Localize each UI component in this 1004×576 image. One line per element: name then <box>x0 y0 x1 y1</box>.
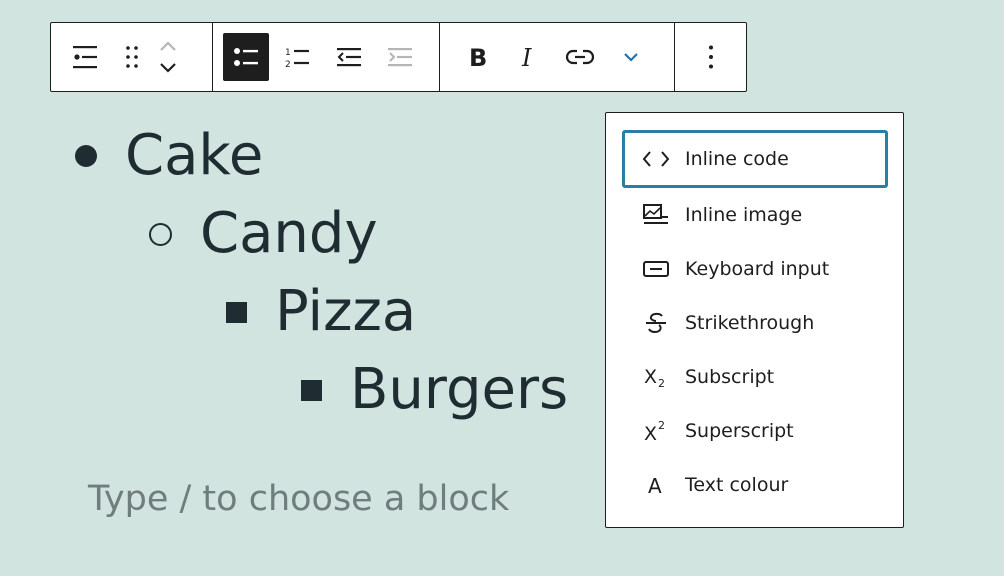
square-bullet-icon <box>301 380 322 401</box>
block-tools-group <box>51 23 213 91</box>
list-item[interactable]: Candy <box>149 206 378 262</box>
drag-handle-icon <box>124 44 140 70</box>
more-formats-button[interactable] <box>609 33 655 81</box>
svg-text:X: X <box>644 423 657 444</box>
indent-button[interactable] <box>378 33 424 81</box>
move-down-button[interactable] <box>153 57 183 79</box>
format-tools-group: B I <box>440 23 675 91</box>
list-item-text: Cake <box>125 128 263 184</box>
subscript-icon: X 2 <box>641 362 671 392</box>
list-item-icon <box>71 43 99 71</box>
list-item-text: Burgers <box>350 362 568 418</box>
outdent-button[interactable] <box>326 33 372 81</box>
italic-button[interactable]: I <box>506 33 552 81</box>
menu-item-text-colour[interactable]: A Text colour <box>622 458 888 512</box>
svg-text:1: 1 <box>285 48 291 58</box>
square-bullet-icon <box>226 302 247 323</box>
list-item-text: Candy <box>200 206 378 262</box>
svg-text:2: 2 <box>658 377 665 390</box>
link-button[interactable] <box>557 33 603 81</box>
block-placeholder[interactable]: Type / to choose a block <box>88 482 509 517</box>
menu-item-strikethrough[interactable]: Strikethrough <box>622 296 888 350</box>
menu-item-keyboard-input[interactable]: Keyboard input <box>622 242 888 296</box>
options-button[interactable] <box>687 33 735 81</box>
chevron-up-icon <box>158 40 178 52</box>
menu-item-label: Superscript <box>685 422 794 441</box>
menu-item-label: Inline image <box>685 206 802 225</box>
italic-icon: I <box>517 44 539 70</box>
link-icon <box>565 47 595 67</box>
keyboard-icon <box>641 254 671 284</box>
superscript-icon: X 2 <box>641 416 671 446</box>
block-toolbar: 1 2 B <box>50 22 747 92</box>
block-mover <box>153 33 183 81</box>
list-tools-group: 1 2 <box>213 23 440 91</box>
list-item-text: Pizza <box>275 284 416 340</box>
list-item[interactable]: Burgers <box>301 362 568 418</box>
menu-item-label: Text colour <box>685 476 788 495</box>
move-up-button[interactable] <box>153 35 183 57</box>
chevron-down-icon <box>622 51 640 63</box>
disc-bullet-icon <box>75 145 97 167</box>
chevron-down-icon <box>158 62 178 74</box>
unordered-list-icon <box>232 44 260 70</box>
menu-item-superscript[interactable]: X 2 Superscript <box>622 404 888 458</box>
image-icon <box>641 200 671 230</box>
svg-text:X: X <box>644 366 657 388</box>
svg-text:2: 2 <box>658 419 665 432</box>
svg-text:A: A <box>648 474 662 497</box>
bold-button[interactable]: B <box>454 33 500 81</box>
svg-text:2: 2 <box>285 60 291 70</box>
menu-item-subscript[interactable]: X 2 Subscript <box>622 350 888 404</box>
ordered-list-icon: 1 2 <box>283 44 311 70</box>
code-icon <box>641 144 671 174</box>
menu-item-label: Strikethrough <box>685 314 814 333</box>
menu-item-inline-image[interactable]: Inline image <box>622 188 888 242</box>
bold-icon: B <box>466 44 488 70</box>
indent-icon <box>386 44 414 70</box>
svg-text:B: B <box>469 44 487 70</box>
menu-item-inline-code[interactable]: Inline code <box>622 130 888 188</box>
ordered-list-button[interactable]: 1 2 <box>275 33 321 81</box>
options-group <box>675 23 746 91</box>
list-item[interactable]: Cake <box>75 128 263 184</box>
unordered-list-button[interactable] <box>223 33 269 81</box>
more-vertical-icon <box>707 44 715 70</box>
menu-item-label: Inline code <box>685 150 789 169</box>
svg-text:I: I <box>521 44 532 70</box>
list-item[interactable]: Pizza <box>226 284 416 340</box>
circle-bullet-icon <box>149 223 172 246</box>
text-color-icon: A <box>641 470 671 500</box>
strikethrough-icon <box>641 308 671 338</box>
menu-item-label: Subscript <box>685 368 774 387</box>
menu-item-label: Keyboard input <box>685 260 829 279</box>
drag-handle-button[interactable] <box>115 33 149 81</box>
more-formats-menu: Inline code Inline image Keyboard input <box>605 112 904 528</box>
block-type-button[interactable] <box>61 33 109 81</box>
outdent-icon <box>335 44 363 70</box>
